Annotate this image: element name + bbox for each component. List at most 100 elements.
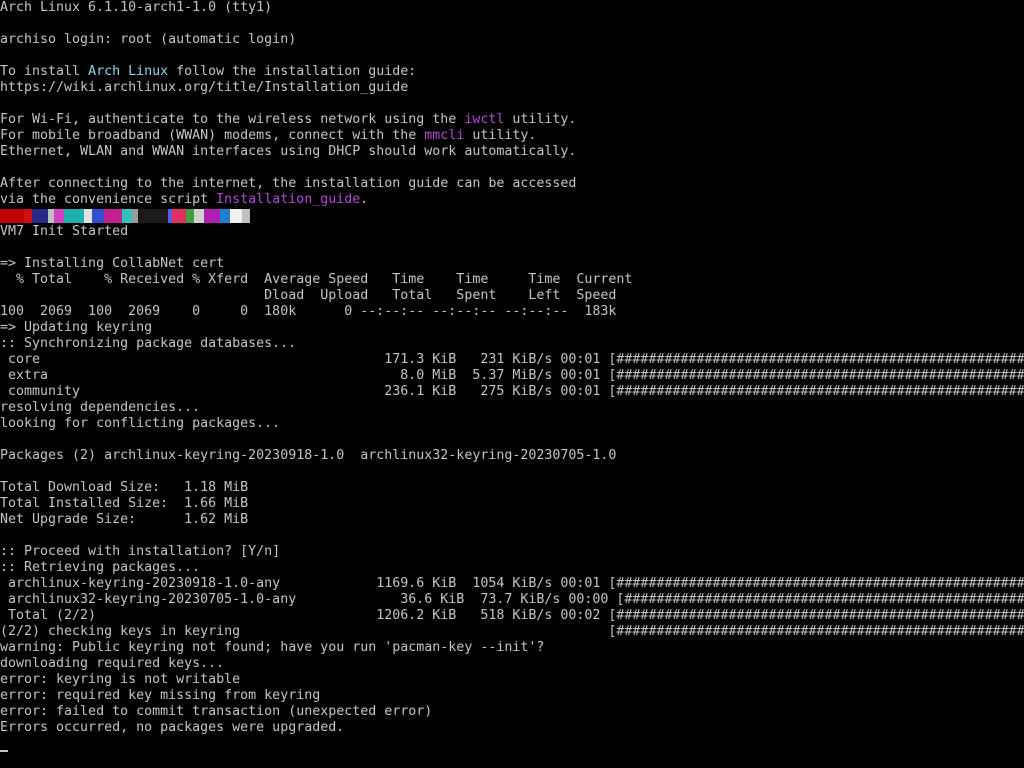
line-text: error: required key missing from keyring bbox=[0, 688, 321, 703]
line-text: % Total % Received % Xferd Average Speed… bbox=[0, 272, 633, 287]
glitch-block bbox=[230, 209, 242, 223]
line-text: https://wiki.archlinux.org/title/Install… bbox=[0, 80, 409, 95]
terminal-line: Errors occurred, no packages were upgrad… bbox=[0, 720, 1024, 736]
glitch-block bbox=[122, 209, 132, 223]
line-text: Total Download Size: 1.18 MiB bbox=[0, 480, 249, 495]
terminal-line: core 171.3 KiB 231 KiB/s 00:01 [########… bbox=[0, 352, 1024, 368]
terminal-line: error: keyring is not writable bbox=[0, 672, 1024, 688]
glitch-block bbox=[84, 209, 92, 223]
terminal-line: archlinux-keyring-20230918-1.0-any 1169.… bbox=[0, 576, 1024, 592]
line-text: Net Upgrade Size: 1.62 MiB bbox=[0, 512, 249, 527]
line-text: Arch Linux 6.1.10-arch1-1.0 (tty1) bbox=[0, 0, 273, 15]
line-text: archiso login: root (automatic login) bbox=[0, 32, 297, 47]
glitch-artifact-line bbox=[0, 208, 1024, 224]
line-text: error: keyring is not writable bbox=[0, 672, 241, 687]
line-text: For Wi-Fi, authenticate to the wireless … bbox=[0, 112, 465, 127]
line-text: follow the installation guide: bbox=[168, 64, 417, 79]
terminal-line: To install Arch Linux follow the install… bbox=[0, 64, 1024, 80]
line-text: resolving dependencies... bbox=[0, 400, 201, 415]
glitch-block bbox=[220, 209, 230, 223]
terminal-line: Packages (2) archlinux-keyring-20230918-… bbox=[0, 448, 1024, 464]
line-text: utility. bbox=[464, 128, 537, 143]
line-text: Total Installed Size: 1.66 MiB bbox=[0, 496, 249, 511]
line-text: warning: Public keyring not found; have … bbox=[0, 640, 545, 655]
line-text: VM7 Init Started bbox=[0, 224, 129, 239]
line-text: community 236.1 KiB 275 KiB/s 00:01 [###… bbox=[0, 384, 1024, 399]
glitch-block bbox=[186, 209, 194, 223]
terminal-line: => Installing CollabNet cert bbox=[0, 256, 1024, 272]
line-text: To install bbox=[0, 64, 89, 79]
terminal-line: Ethernet, WLAN and WWAN interfaces using… bbox=[0, 144, 1024, 160]
terminal-line: error: required key missing from keyring bbox=[0, 688, 1024, 704]
terminal-line: (2/2) checking keys in keyring [########… bbox=[0, 624, 1024, 640]
terminal-line: error: failed to commit transaction (une… bbox=[0, 704, 1024, 720]
terminal-line: archlinux32-keyring-20230705-1.0-any 36.… bbox=[0, 592, 1024, 608]
terminal-line: extra 8.0 MiB 5.37 MiB/s 00:01 [########… bbox=[0, 368, 1024, 384]
line-text: :: Synchronizing package databases... bbox=[0, 336, 297, 351]
glitch-block bbox=[204, 209, 220, 223]
line-text: looking for conflicting packages... bbox=[0, 416, 281, 431]
terminal-line: For Wi-Fi, authenticate to the wireless … bbox=[0, 112, 1024, 128]
line-text: (2/2) checking keys in keyring [########… bbox=[0, 624, 1024, 639]
highlighted-term: iwctl bbox=[464, 112, 505, 127]
terminal-line: Total (2/2) 1206.2 KiB 518 KiB/s 00:02 [… bbox=[0, 608, 1024, 624]
terminal-line: 100 2069 100 2069 0 0 180k 0 --:--:-- --… bbox=[0, 304, 1024, 320]
line-text: After connecting to the internet, the in… bbox=[0, 176, 577, 191]
glitch-block bbox=[64, 209, 84, 223]
line-text: 100 2069 100 2069 0 0 180k 0 --:--:-- --… bbox=[0, 304, 617, 319]
terminal-line: archiso login: root (automatic login) bbox=[0, 32, 1024, 48]
line-text: Packages (2) archlinux-keyring-20230918-… bbox=[0, 448, 617, 463]
line-text: :: Proceed with installation? [Y/n] bbox=[0, 544, 281, 559]
terminal-line: Net Upgrade Size: 1.62 MiB bbox=[0, 512, 1024, 528]
terminal-line: https://wiki.archlinux.org/title/Install… bbox=[0, 80, 1024, 96]
glitch-block bbox=[172, 209, 186, 223]
glitch-block bbox=[54, 209, 64, 223]
glitch-block bbox=[194, 209, 204, 223]
glitch-block bbox=[32, 209, 48, 223]
terminal-line: community 236.1 KiB 275 KiB/s 00:01 [###… bbox=[0, 384, 1024, 400]
line-text: Total (2/2) 1206.2 KiB 518 KiB/s 00:02 [… bbox=[0, 608, 1024, 623]
glitch-block bbox=[138, 209, 168, 223]
line-text: Dload Upload Total Spent Left Speed bbox=[0, 288, 617, 303]
line-text: archlinux-keyring-20230918-1.0-any 1169.… bbox=[0, 576, 1024, 591]
line-text: :: Retrieving packages... bbox=[0, 560, 201, 575]
line-text: => Installing CollabNet cert bbox=[0, 256, 225, 271]
glitch-block bbox=[24, 209, 32, 223]
terminal-line: looking for conflicting packages... bbox=[0, 416, 1024, 432]
line-text: Errors occurred, no packages were upgrad… bbox=[0, 720, 345, 735]
line-text: core 171.3 KiB 231 KiB/s 00:01 [########… bbox=[0, 352, 1024, 367]
highlighted-term: mmcli bbox=[424, 128, 465, 143]
terminal-line: Total Download Size: 1.18 MiB bbox=[0, 480, 1024, 496]
highlighted-term: Arch Linux bbox=[88, 64, 169, 79]
terminal-line: VM7 Init Started bbox=[0, 224, 1024, 240]
line-text: extra 8.0 MiB 5.37 MiB/s 00:01 [########… bbox=[0, 368, 1024, 383]
line-text: via the convenience script bbox=[0, 192, 217, 207]
line-text: => Updating keyring bbox=[0, 320, 153, 335]
terminal-console[interactable]: Arch Linux 6.1.10-arch1-1.0 (tty1) archis… bbox=[0, 0, 1024, 768]
line-text: downloading required keys... bbox=[0, 656, 225, 671]
terminal-line: % Total % Received % Xferd Average Speed… bbox=[0, 272, 1024, 288]
glitch-block bbox=[242, 209, 250, 223]
terminal-line: Arch Linux 6.1.10-arch1-1.0 (tty1) bbox=[0, 0, 1024, 16]
terminal-line: After connecting to the internet, the in… bbox=[0, 176, 1024, 192]
text-cursor bbox=[0, 750, 8, 752]
terminal-line bbox=[0, 736, 1024, 752]
terminal-line: Dload Upload Total Spent Left Speed bbox=[0, 288, 1024, 304]
glitch-block bbox=[92, 209, 104, 223]
line-text: utility. bbox=[504, 112, 577, 127]
terminal-line: :: Retrieving packages... bbox=[0, 560, 1024, 576]
glitch-block bbox=[104, 209, 122, 223]
highlighted-term: Installation_guide bbox=[216, 192, 361, 207]
terminal-line: Total Installed Size: 1.66 MiB bbox=[0, 496, 1024, 512]
terminal-line: => Updating keyring bbox=[0, 320, 1024, 336]
terminal-line: via the convenience script Installation_… bbox=[0, 192, 1024, 208]
terminal-line: resolving dependencies... bbox=[0, 400, 1024, 416]
line-text: For mobile broadband (WWAN) modems, conn… bbox=[0, 128, 425, 143]
line-text: . bbox=[360, 192, 369, 207]
